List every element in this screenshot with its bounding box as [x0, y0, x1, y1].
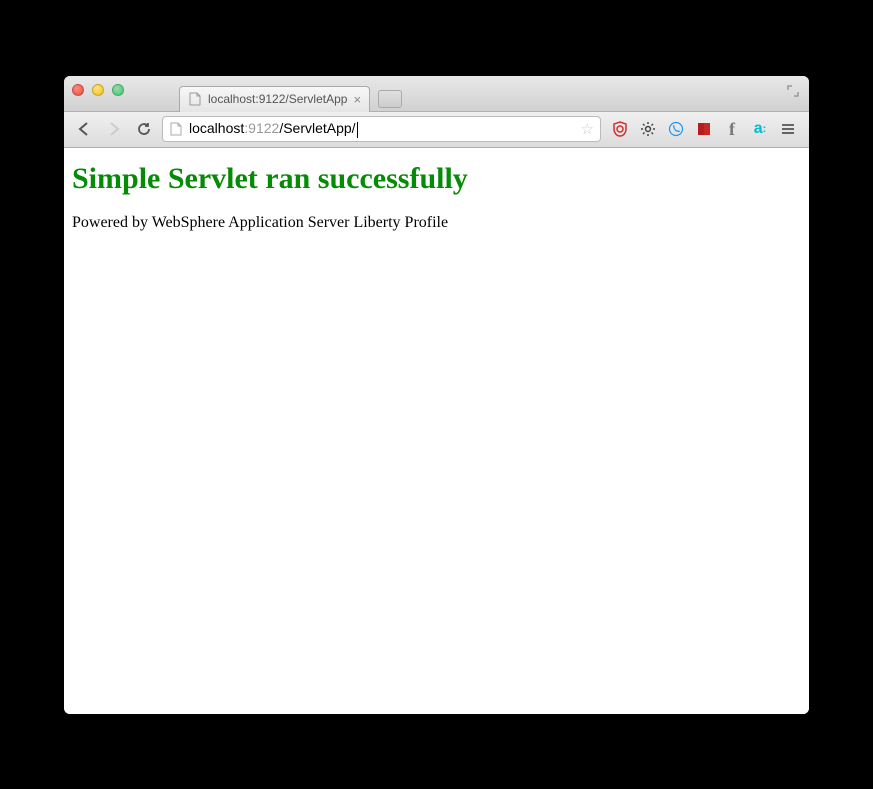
text-cursor	[357, 122, 358, 138]
url-port: :9122	[244, 120, 279, 136]
settings-gear-icon[interactable]	[639, 120, 657, 138]
titlebar: localhost:9122/ServletApp ×	[64, 76, 809, 112]
browser-tab[interactable]: localhost:9122/ServletApp ×	[179, 86, 370, 112]
ublock-icon[interactable]	[611, 120, 629, 138]
back-button[interactable]	[72, 117, 96, 141]
page-heading: Simple Servlet ran successfully	[72, 162, 801, 196]
url-host: localhost	[189, 120, 244, 136]
menu-button[interactable]	[779, 120, 797, 138]
page-content: Simple Servlet ran successfully Powered …	[64, 148, 809, 714]
minimize-window-button[interactable]	[92, 84, 104, 96]
url-path: /ServletApp/	[279, 120, 355, 136]
annotation-extension-icon[interactable]: a:	[751, 120, 769, 138]
address-bar[interactable]: localhost:9122/ServletApp/ ☆	[162, 116, 601, 142]
page-favicon-icon	[188, 92, 202, 106]
red-extension-icon[interactable]	[695, 120, 713, 138]
fullscreen-icon[interactable]	[787, 84, 799, 100]
url-text: localhost:9122/ServletApp/	[189, 120, 575, 137]
forward-button[interactable]	[102, 117, 126, 141]
browser-window: localhost:9122/ServletApp ×	[64, 76, 809, 714]
facebook-extension-icon[interactable]: f	[723, 120, 741, 138]
tab-title: localhost:9122/ServletApp	[208, 92, 347, 106]
reload-button[interactable]	[132, 117, 156, 141]
site-info-icon[interactable]	[169, 122, 183, 136]
bookmark-star-icon[interactable]: ☆	[581, 120, 594, 138]
new-tab-button[interactable]	[378, 90, 402, 108]
close-window-button[interactable]	[72, 84, 84, 96]
phone-extension-icon[interactable]	[667, 120, 685, 138]
page-subtext: Powered by WebSphere Application Server …	[72, 214, 801, 232]
traffic-lights	[72, 84, 124, 96]
toolbar: localhost:9122/ServletApp/ ☆	[64, 112, 809, 148]
maximize-window-button[interactable]	[112, 84, 124, 96]
tab-close-button[interactable]: ×	[353, 92, 361, 107]
extension-icons: f a:	[607, 120, 801, 138]
